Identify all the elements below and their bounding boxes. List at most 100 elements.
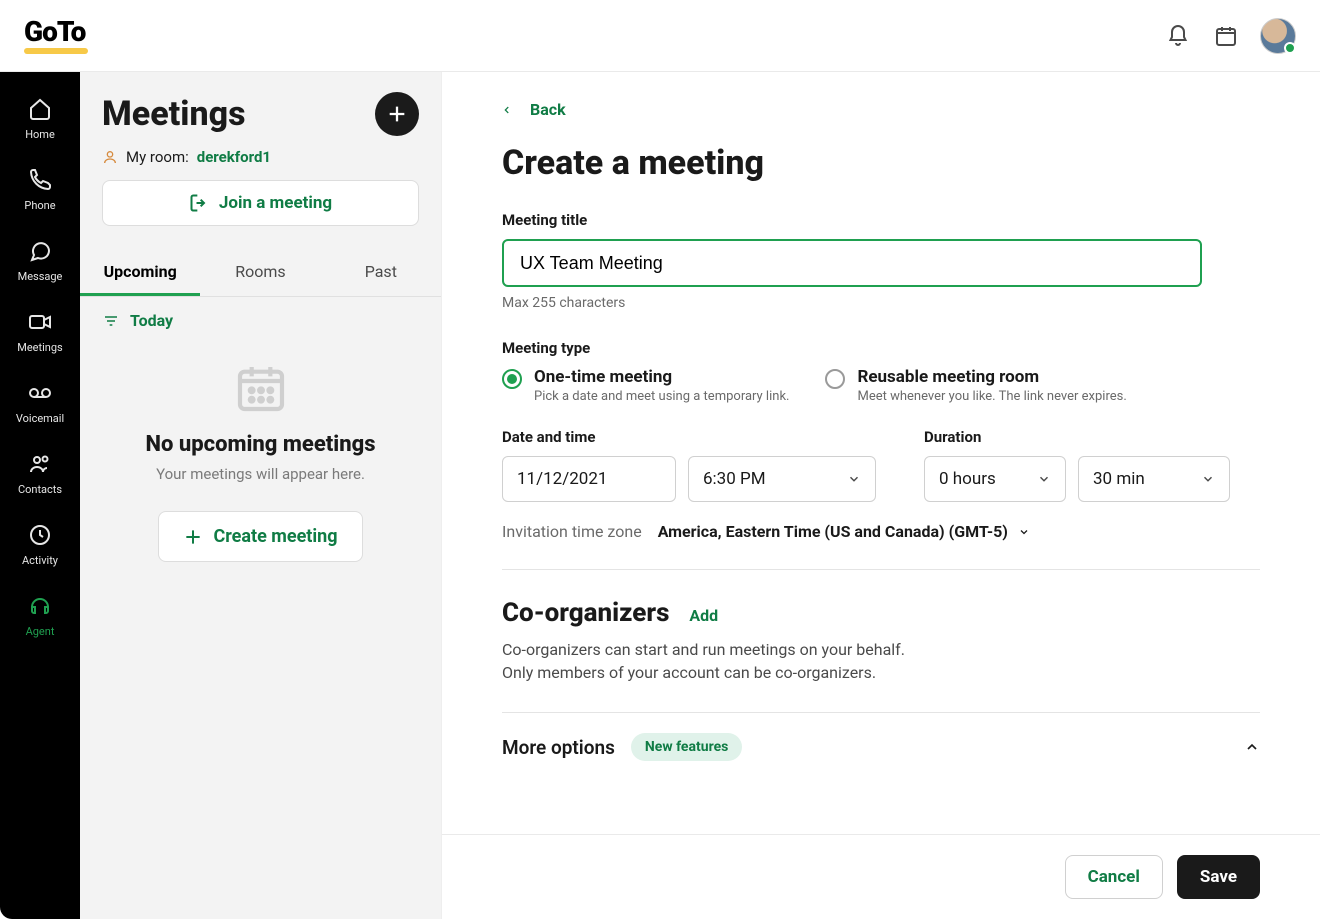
meeting-type-label: Meeting type xyxy=(502,339,1260,357)
more-options-toggle[interactable]: More options New features xyxy=(502,712,1260,785)
user-icon xyxy=(102,149,118,165)
mins-value: 30 min xyxy=(1093,469,1145,489)
reusable-desc: Meet whenever you like. The link never e… xyxy=(857,389,1126,404)
hours-value: 0 hours xyxy=(939,469,996,489)
join-meeting-button[interactable]: Join a meeting xyxy=(102,180,419,226)
radio-reusable[interactable]: Reusable meeting room Meet whenever you … xyxy=(825,367,1126,404)
chevron-up-icon xyxy=(1244,739,1260,755)
empty-state: No upcoming meetings Your meetings will … xyxy=(80,344,441,562)
back-button[interactable]: Back xyxy=(502,100,1260,119)
duration-hours-select[interactable]: 0 hours xyxy=(924,456,1066,502)
coorg-add-button[interactable]: Add xyxy=(689,606,718,625)
rail-label: Voicemail xyxy=(16,412,64,425)
co-organizers-section: Co-organizers Add Co-organizers can star… xyxy=(502,598,1260,684)
chevron-down-icon xyxy=(847,472,861,486)
meetings-title: Meetings xyxy=(102,94,246,134)
divider xyxy=(502,569,1260,570)
today-filter[interactable]: Today xyxy=(80,297,441,344)
new-meeting-button[interactable] xyxy=(375,92,419,136)
duration-mins-select[interactable]: 30 min xyxy=(1078,456,1230,502)
coorg-title: Co-organizers xyxy=(502,598,669,628)
headset-icon xyxy=(27,593,53,619)
side-rail: Home Phone Message Meetings xyxy=(0,72,80,919)
notifications-icon[interactable] xyxy=(1164,22,1192,50)
chevron-down-icon xyxy=(1018,526,1030,538)
meeting-type-section: Meeting type One-time meeting Pick a dat… xyxy=(502,339,1260,404)
filter-icon xyxy=(102,313,120,329)
timezone-row: Invitation time zone America, Eastern Ti… xyxy=(502,522,1260,541)
save-button[interactable]: Save xyxy=(1177,855,1260,899)
my-room-label: My room: xyxy=(126,148,189,166)
meeting-title-field: Meeting title Max 255 characters xyxy=(502,211,1260,311)
datetime-label: Date and time xyxy=(502,428,876,446)
time-select[interactable]: 6:30 PM xyxy=(688,456,876,502)
brand-underline xyxy=(24,48,88,54)
my-room-row[interactable]: My room: derekford1 xyxy=(80,144,441,180)
reusable-title: Reusable meeting room xyxy=(857,367,1126,387)
create-meeting-button[interactable]: Create meeting xyxy=(158,511,362,562)
chevron-left-icon xyxy=(502,103,512,117)
new-features-badge: New features xyxy=(631,733,742,761)
brand-logo: GoTo xyxy=(24,18,88,54)
rail-home[interactable]: Home xyxy=(0,84,80,155)
avatar[interactable] xyxy=(1260,18,1296,54)
presence-indicator-icon xyxy=(1284,42,1296,54)
tab-past[interactable]: Past xyxy=(321,248,441,296)
onetime-title: One-time meeting xyxy=(534,367,789,387)
chevron-down-icon xyxy=(1037,472,1051,486)
meetings-header: Meetings xyxy=(80,72,441,144)
plus-icon xyxy=(183,527,203,547)
date-input[interactable]: 11/12/2021 xyxy=(502,456,676,502)
app-root: GoTo Home Phone xyxy=(0,0,1320,919)
brand-text: GoTo xyxy=(24,18,88,46)
message-icon xyxy=(27,238,53,264)
radio-checked-icon xyxy=(502,369,522,389)
tz-value: America, Eastern Time (US and Canada) (G… xyxy=(658,522,1008,541)
main-content: Back Create a meeting Meeting title Max … xyxy=(442,72,1320,919)
rail-label: Activity xyxy=(22,554,58,567)
coorg-desc2: Only members of your account can be co-o… xyxy=(502,661,1260,684)
radio-unchecked-icon xyxy=(825,369,845,389)
rail-phone[interactable]: Phone xyxy=(0,155,80,226)
back-label: Back xyxy=(530,100,566,119)
tz-select[interactable]: America, Eastern Time (US and Canada) (G… xyxy=(658,522,1030,541)
meeting-title-helper: Max 255 characters xyxy=(502,295,1260,311)
rail-voicemail[interactable]: Voicemail xyxy=(0,368,80,439)
radio-onetime[interactable]: One-time meeting Pick a date and meet us… xyxy=(502,367,789,404)
create-label: Create meeting xyxy=(213,526,337,547)
rail-contacts[interactable]: Contacts xyxy=(0,439,80,510)
tab-rooms[interactable]: Rooms xyxy=(200,248,320,296)
rail-label: Agent xyxy=(26,625,55,638)
time-value: 6:30 PM xyxy=(703,469,766,489)
empty-sub: Your meetings will appear here. xyxy=(156,465,365,483)
footer: Cancel Save xyxy=(442,834,1320,919)
video-icon xyxy=(27,309,53,335)
chevron-down-icon xyxy=(1201,472,1215,486)
plus-icon xyxy=(386,103,408,125)
cancel-button[interactable]: Cancel xyxy=(1065,855,1163,899)
today-label: Today xyxy=(130,311,173,330)
calendar-icon[interactable] xyxy=(1212,22,1240,50)
rail-agent[interactable]: Agent xyxy=(0,581,80,652)
rail-meetings[interactable]: Meetings xyxy=(0,297,80,368)
page-title: Create a meeting xyxy=(502,143,1260,183)
date-value: 11/12/2021 xyxy=(517,469,607,489)
meeting-title-label: Meeting title xyxy=(502,211,1260,229)
rail-label: Meetings xyxy=(17,341,62,354)
coorg-desc1: Co-organizers can start and run meetings… xyxy=(502,638,1260,661)
body: Home Phone Message Meetings xyxy=(0,72,1320,919)
rail-message[interactable]: Message xyxy=(0,226,80,297)
activity-icon xyxy=(27,522,53,548)
empty-title: No upcoming meetings xyxy=(146,432,376,457)
tab-upcoming[interactable]: Upcoming xyxy=(80,248,200,296)
meeting-title-input[interactable] xyxy=(502,239,1202,287)
meetings-pane: Meetings My room: derekford1 Join a meet… xyxy=(80,72,442,919)
my-room-id: derekford1 xyxy=(197,148,271,166)
rail-activity[interactable]: Activity xyxy=(0,510,80,581)
main-scroll[interactable]: Back Create a meeting Meeting title Max … xyxy=(442,72,1320,834)
rail-label: Message xyxy=(18,270,63,283)
enter-icon xyxy=(189,193,209,213)
home-icon xyxy=(27,96,53,122)
onetime-desc: Pick a date and meet using a temporary l… xyxy=(534,389,789,404)
contacts-icon xyxy=(27,451,53,477)
